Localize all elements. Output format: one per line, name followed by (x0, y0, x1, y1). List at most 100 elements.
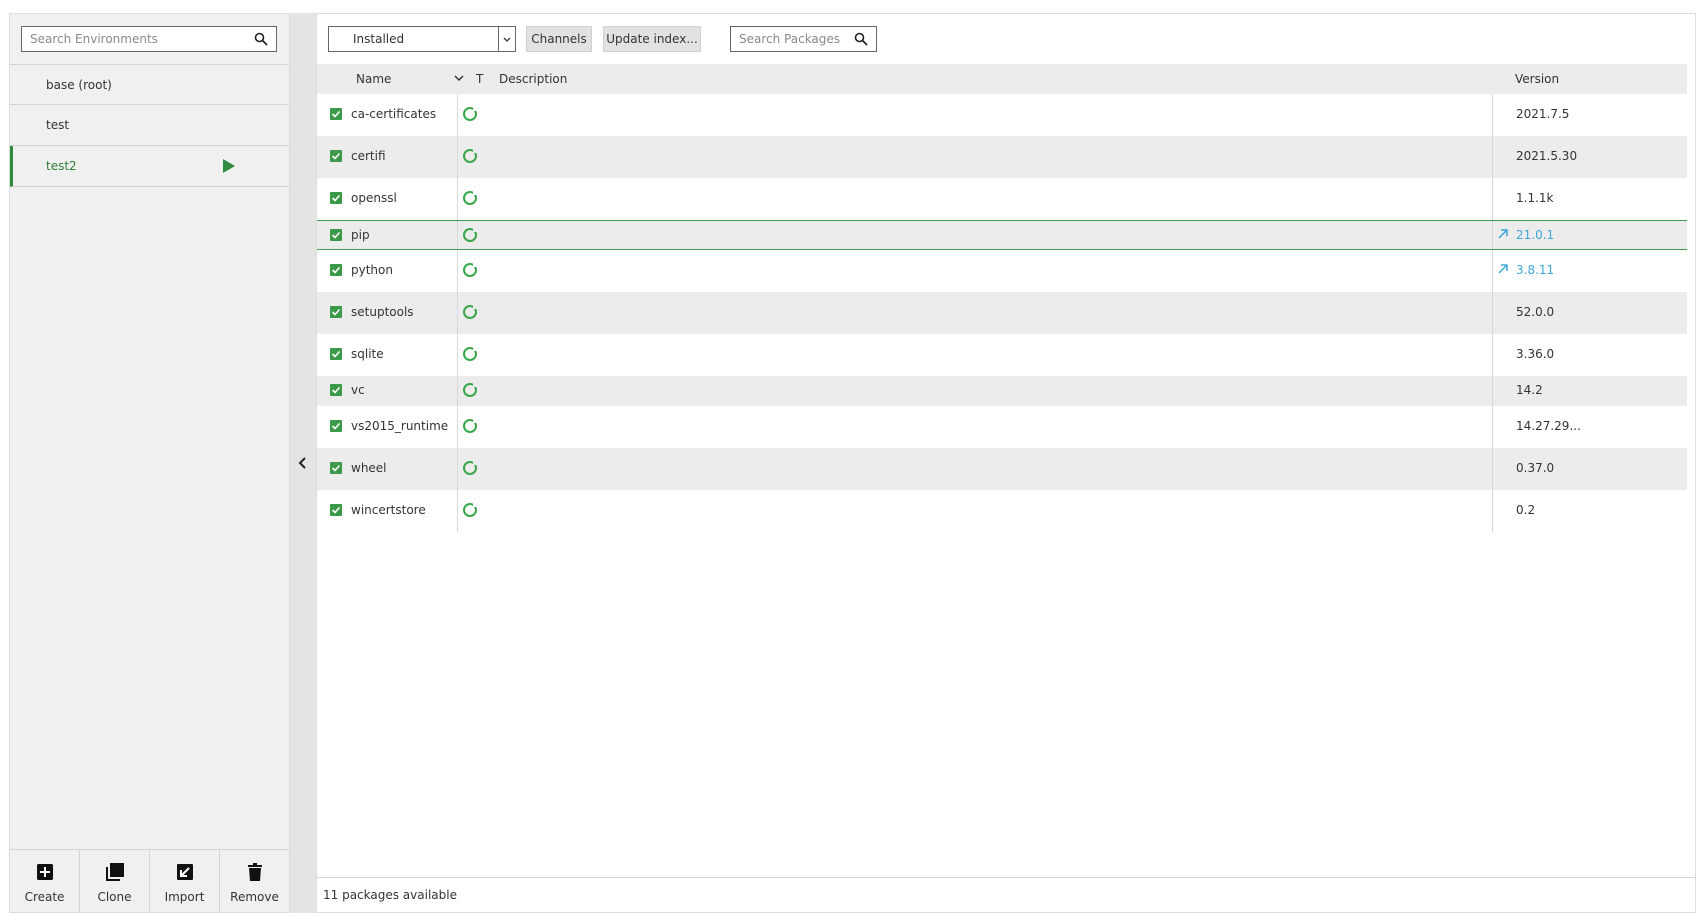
import-label: Import (164, 890, 205, 904)
table-row[interactable]: setuptools 52.0.0 (317, 292, 1687, 334)
check-icon (331, 308, 341, 316)
table-row[interactable]: certifi 2021.5.30 (317, 136, 1687, 178)
column-divider (457, 292, 458, 334)
column-divider (1492, 292, 1493, 334)
column-divider (457, 334, 458, 376)
installed-checkbox[interactable] (330, 504, 342, 516)
check-icon (331, 194, 341, 202)
update-arrow-icon[interactable] (1497, 228, 1509, 240)
installed-checkbox[interactable] (330, 384, 342, 396)
env-item-label: test (46, 118, 70, 132)
package-status-icon (463, 418, 478, 433)
update-index-button[interactable]: Update index... (603, 26, 701, 52)
chevron-left-icon[interactable] (297, 456, 309, 470)
installed-checkbox[interactable] (330, 229, 342, 241)
installed-checkbox[interactable] (330, 264, 342, 276)
package-name: python (351, 263, 393, 277)
installed-checkbox[interactable] (330, 462, 342, 474)
check-icon (331, 266, 341, 274)
column-divider (457, 250, 458, 292)
remove-button[interactable]: Remove (220, 850, 289, 912)
create-button[interactable]: Create (10, 850, 80, 912)
check-icon (331, 110, 341, 118)
plus-square-icon (36, 864, 53, 880)
table-row[interactable]: wheel 0.37.0 (317, 448, 1687, 490)
env-item-test[interactable]: test (10, 105, 289, 146)
env-item-test2[interactable]: test2 (10, 146, 289, 187)
play-icon[interactable] (223, 159, 235, 173)
table-row[interactable]: pip 21.0.1 (317, 220, 1687, 250)
column-divider (457, 221, 458, 249)
filter-dropdown-toggle[interactable] (498, 27, 515, 51)
env-item-label: base (root) (46, 78, 112, 92)
installed-checkbox[interactable] (330, 306, 342, 318)
table-row[interactable]: sqlite 3.36.0 (317, 334, 1687, 376)
search-packages-box[interactable] (730, 26, 877, 52)
package-status-icon (463, 460, 478, 475)
search-icon[interactable] (854, 32, 868, 46)
check-icon (331, 422, 341, 430)
package-table-body: ca-certificates 2021.7.5 certifi 2021.5.30 o… (317, 94, 1687, 532)
type-column-header[interactable]: T (476, 72, 483, 86)
package-name: ca-certificates (351, 107, 437, 121)
installed-checkbox[interactable] (330, 420, 342, 432)
package-name: sqlite (351, 347, 384, 361)
packages-panel: Installed Channels Update index... Name … (316, 13, 1696, 913)
table-row[interactable]: vc 14.2 (317, 376, 1687, 406)
description-column-header[interactable]: Description (499, 72, 567, 86)
installed-checkbox[interactable] (330, 348, 342, 360)
sort-chevron-down-icon[interactable] (454, 75, 464, 83)
remove-label: Remove (230, 890, 279, 904)
table-row[interactable]: wincertstore 0.2 (317, 490, 1687, 532)
package-version: 1.1.1k (1516, 191, 1554, 205)
package-status-icon (463, 304, 478, 319)
version-column-header[interactable]: Version (1515, 72, 1559, 86)
search-environments-input[interactable] (22, 27, 238, 51)
package-table-header: Name T Description Version (317, 64, 1687, 94)
column-divider (1492, 334, 1493, 376)
package-version: 2021.5.30 (1516, 149, 1578, 163)
column-divider (1492, 448, 1493, 490)
panel-collapse-strip[interactable] (290, 13, 316, 913)
check-icon (331, 386, 341, 394)
search-packages-input[interactable] (731, 27, 855, 51)
package-name: certifi (351, 149, 386, 163)
update-arrow-icon[interactable] (1497, 263, 1509, 275)
name-column-header[interactable]: Name (356, 72, 391, 86)
package-filter-select[interactable]: Installed (328, 26, 516, 52)
package-status-icon (463, 382, 478, 397)
installed-checkbox[interactable] (330, 192, 342, 204)
column-divider (1492, 490, 1493, 532)
table-row[interactable]: openssl 1.1.1k (317, 178, 1687, 220)
table-row[interactable]: ca-certificates 2021.7.5 (317, 94, 1687, 136)
column-divider (1492, 94, 1493, 136)
vertical-scrollbar[interactable] (1687, 64, 1695, 879)
installed-checkbox[interactable] (330, 108, 342, 120)
channels-button[interactable]: Channels (526, 26, 592, 52)
table-row[interactable]: vs2015_runtime 14.27.29... (317, 406, 1687, 448)
column-divider (1492, 250, 1493, 292)
installed-checkbox[interactable] (330, 150, 342, 162)
check-icon (331, 506, 341, 514)
import-icon (176, 864, 193, 880)
package-status-icon (463, 262, 478, 277)
import-button[interactable]: Import (150, 850, 220, 912)
trash-icon (247, 863, 262, 881)
check-icon (331, 464, 341, 472)
search-icon[interactable] (254, 32, 268, 46)
clone-button[interactable]: Clone (80, 850, 150, 912)
package-status-icon (463, 502, 478, 517)
column-divider (1492, 376, 1493, 406)
env-item-base-root[interactable]: base (root) (10, 64, 289, 105)
search-environments-box[interactable] (21, 26, 277, 52)
environments-panel: base (root) test test2 Create Clone (9, 13, 290, 913)
package-name: openssl (351, 191, 397, 205)
package-name: pip (351, 228, 370, 242)
package-version: 2021.7.5 (1516, 107, 1570, 121)
package-version: 21.0.1 (1516, 228, 1555, 242)
column-divider (1492, 136, 1493, 178)
package-filter-value: Installed (353, 32, 405, 46)
table-row[interactable]: python 3.8.11 (317, 250, 1687, 292)
column-divider (457, 448, 458, 490)
package-version: 52.0.0 (1516, 305, 1555, 319)
